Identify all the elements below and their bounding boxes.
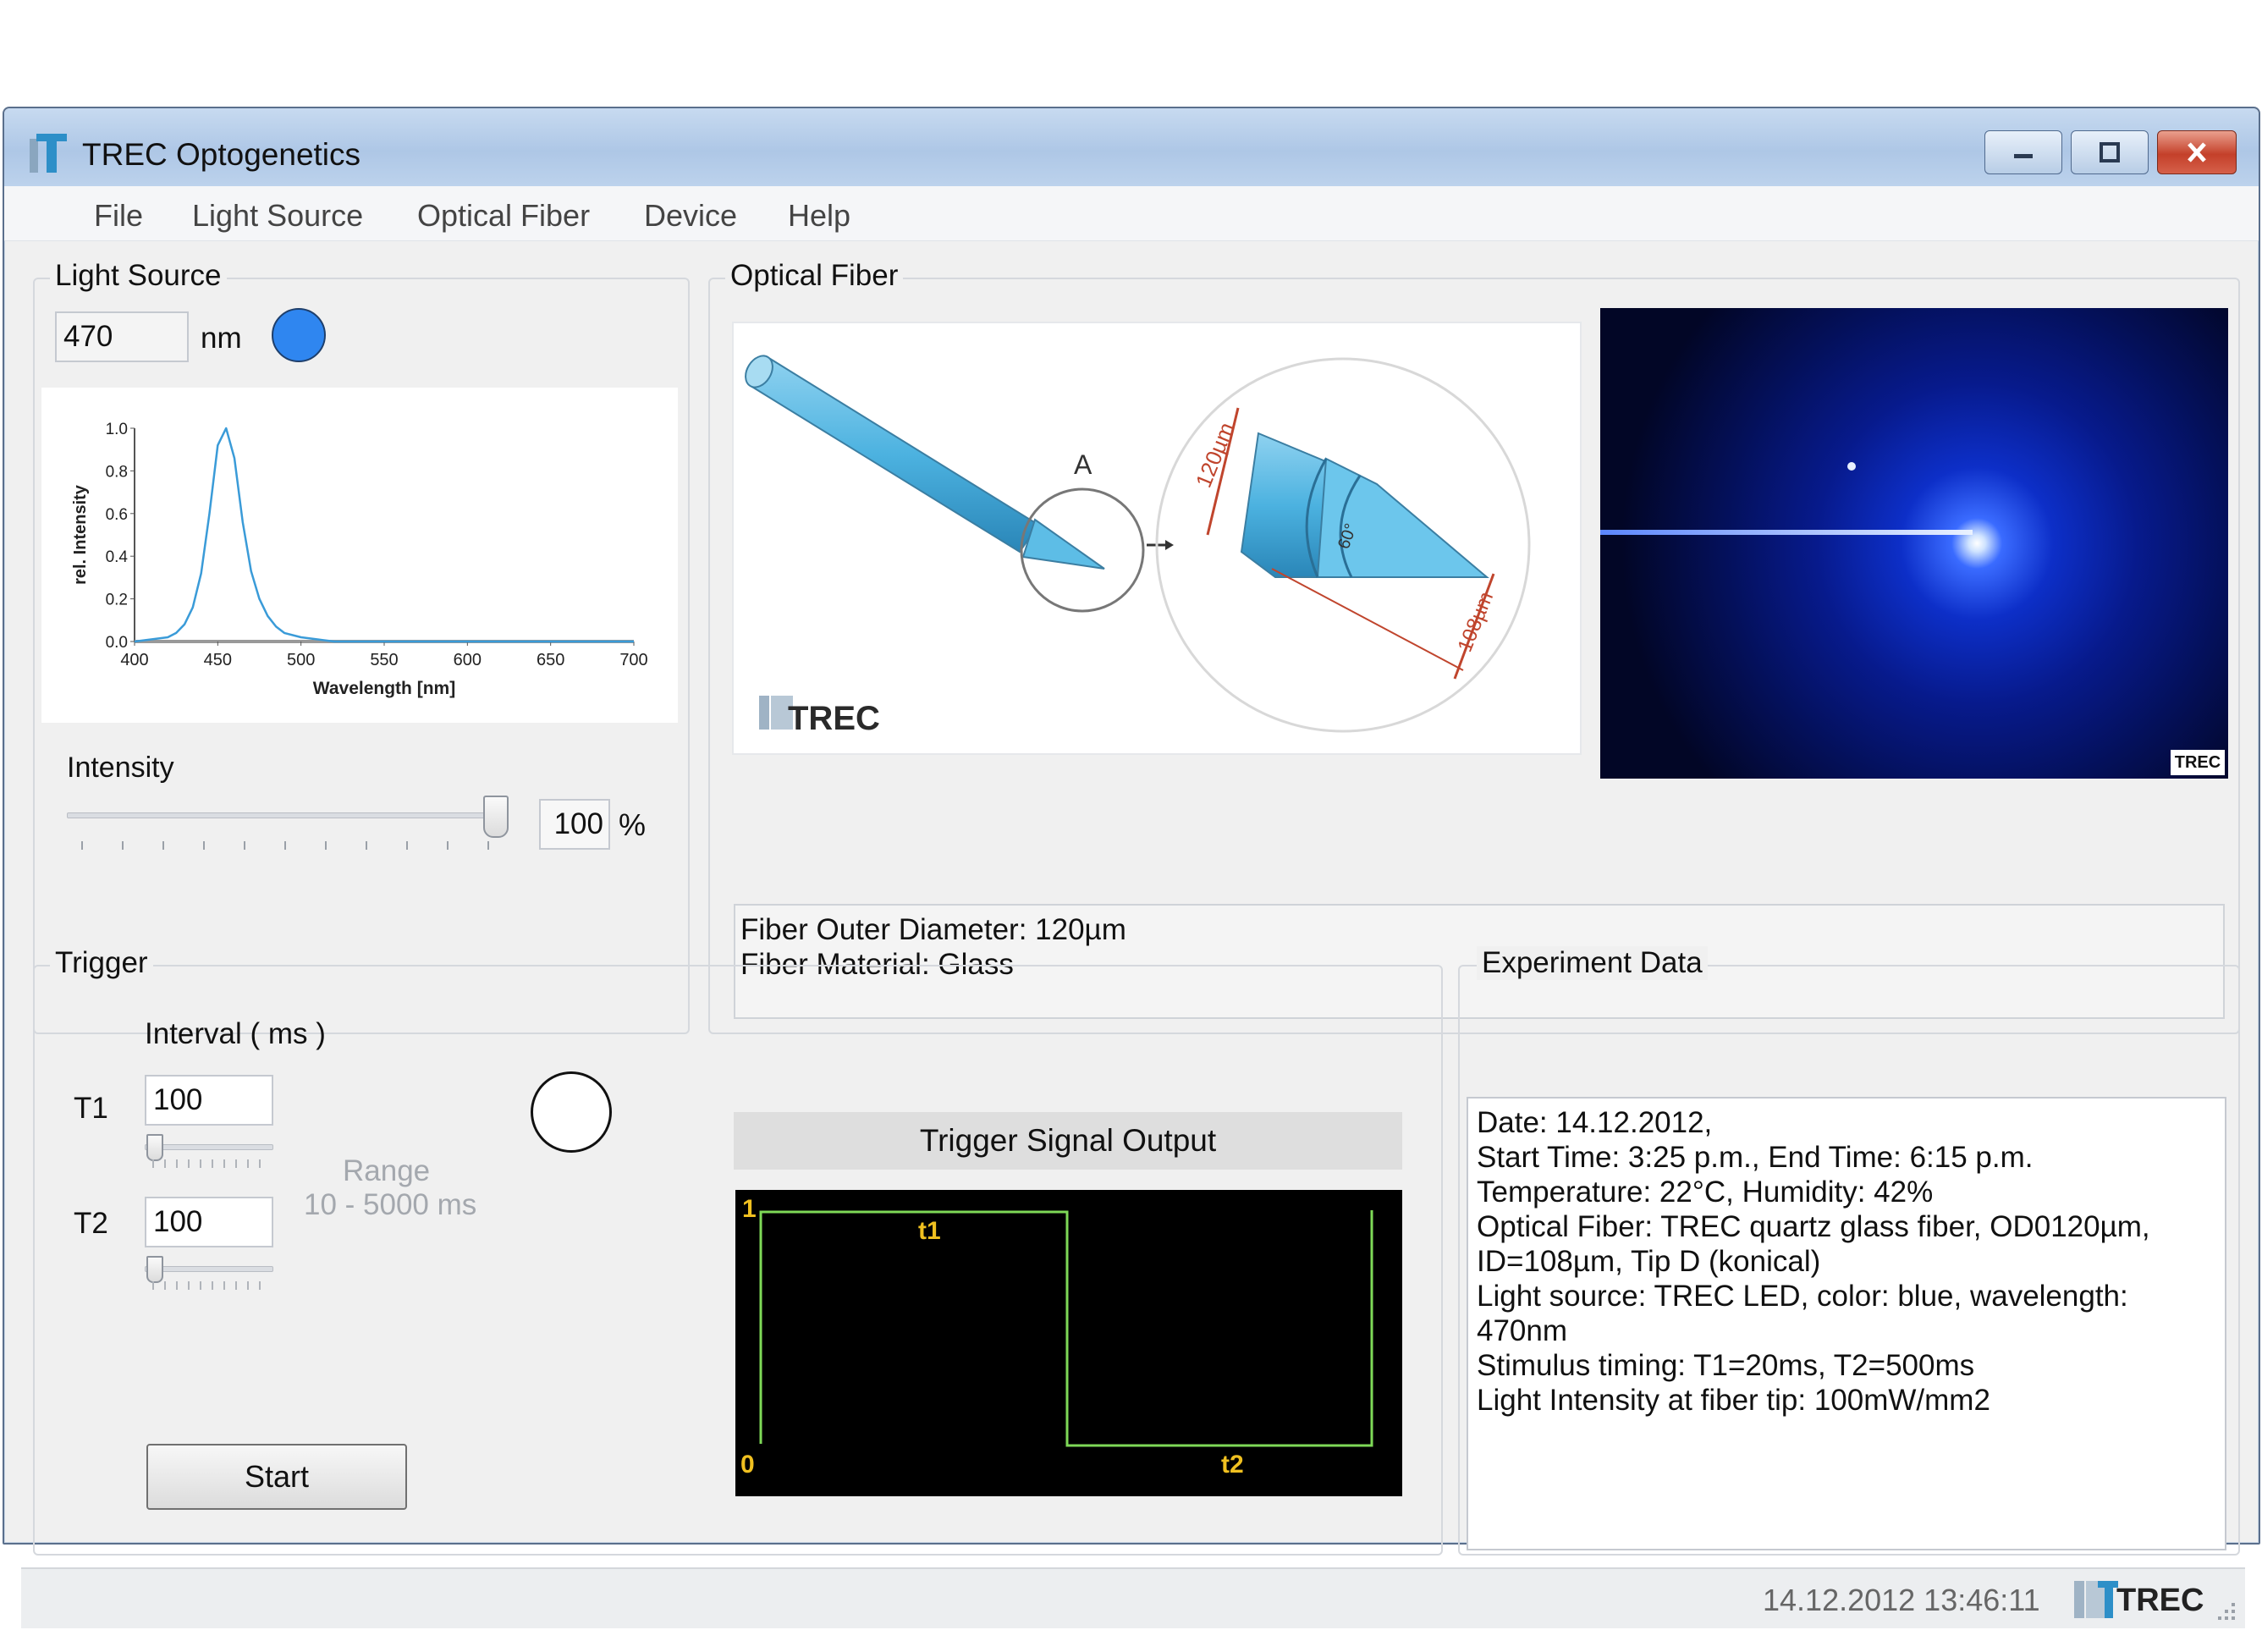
- range-value: 10 - 5000 ms: [304, 1188, 477, 1221]
- experiment-line: Light source: TREC LED, color: blue, wav…: [1477, 1280, 2128, 1347]
- fiber-light-photo: TREC: [1600, 308, 2228, 779]
- fiber-light-beam: [1600, 530, 1973, 535]
- start-button[interactable]: Start: [146, 1444, 407, 1510]
- trigger-signal-waveform: 1 0 t1 t2: [740, 1195, 1373, 1479]
- t1-slider-ticks: [152, 1159, 261, 1168]
- y-tick-label: 0.2: [106, 592, 128, 609]
- experiment-line: Temperature: 22°C, Humidity: 42%: [1477, 1176, 1934, 1209]
- x-tick-label: 550: [370, 651, 398, 669]
- t2-input[interactable]: 100: [145, 1197, 273, 1247]
- y-tick-label: 0.0: [106, 634, 128, 652]
- maximize-button[interactable]: [2071, 130, 2149, 174]
- trigger-output-title: Trigger Signal Output: [734, 1112, 1402, 1170]
- wavelength-input[interactable]: 470: [55, 311, 189, 362]
- t1-input[interactable]: 100: [145, 1075, 273, 1126]
- experiment-line: Date: 14.12.2012,: [1477, 1106, 1713, 1139]
- x-tick-label: 400: [120, 651, 148, 669]
- inner-diameter-label: 108µm: [1454, 589, 1499, 656]
- close-icon: [2158, 131, 2236, 173]
- spectrum-chart-panel: 400 450 500 550 600 650 700 0.0 0.2 0.4 0.6 0.8 1.0 W…: [41, 388, 678, 723]
- light-color-indicator: [272, 308, 326, 362]
- wavelength-unit: nm: [201, 322, 242, 355]
- experiment-line: Light Intensity at fiber tip: 100mW/mm2: [1477, 1384, 1990, 1417]
- intensity-value-input[interactable]: 100: [539, 799, 610, 850]
- x-axis-label: Wavelength [nm]: [313, 679, 455, 698]
- resize-grip-icon[interactable]: [2213, 1598, 2238, 1623]
- range-label: Range: [343, 1154, 431, 1187]
- fiber-tip-diagram: A 120µm 60° 108µm TREC: [745, 355, 1531, 737]
- menu-bar: File Light Source Optical Fiber Device H…: [4, 186, 2259, 241]
- menu-file[interactable]: File: [94, 198, 143, 234]
- t2-slider-track: [145, 1266, 273, 1272]
- y-tick-label: 0.4: [106, 548, 129, 566]
- x-tick-label: 450: [204, 651, 232, 669]
- experiment-line: Stimulus timing: T1=20ms, T2=500ms: [1477, 1349, 1975, 1382]
- fiber-body-shape: [745, 355, 1105, 570]
- experiment-data-group-title: Experiment Data: [1477, 946, 1708, 980]
- status-logo-text: TREC: [2116, 1583, 2204, 1618]
- spectrum-series-line: [134, 427, 634, 643]
- minimize-icon: [1985, 131, 2061, 173]
- t1-slider-thumb[interactable]: [146, 1134, 163, 1161]
- fiber-info-line: Fiber Outer Diameter: 120µm: [740, 913, 1126, 946]
- spectrum-chart: 400 450 500 550 600 650 700 0.0 0.2 0.4 0.6 0.8 1.0 W…: [71, 421, 648, 698]
- intensity-slider[interactable]: [67, 796, 509, 850]
- trigger-signal-plot: 1 0 t1 t2: [735, 1190, 1402, 1496]
- t1-slider-track: [145, 1144, 273, 1150]
- experiment-data-textarea[interactable]: Date: 14.12.2012, Start Time: 3:25 p.m.,…: [1467, 1097, 2226, 1550]
- title-bar: TREC Optogenetics: [4, 108, 2259, 186]
- intensity-slider-track: [67, 812, 507, 818]
- app-window: TREC Optogenetics File Light Source Opti…: [3, 107, 2260, 1628]
- signal-high-label: 1: [742, 1195, 757, 1223]
- signal-low-label: 0: [740, 1451, 755, 1479]
- window-title: TREC Optogenetics: [82, 137, 361, 172]
- trec-logo-text: TREC: [788, 700, 880, 737]
- experiment-line: Start Time: 3:25 p.m., End Time: 6:15 p.…: [1477, 1141, 2034, 1174]
- menu-help[interactable]: Help: [788, 198, 850, 234]
- x-tick-label: 650: [537, 651, 564, 669]
- light-spot: [1847, 462, 1856, 471]
- y-tick-label: 0.8: [106, 463, 128, 481]
- light-source-group-title: Light Source: [50, 259, 227, 293]
- intensity-label: Intensity: [67, 752, 174, 784]
- detail-a-label: A: [1074, 449, 1092, 480]
- menu-light-source[interactable]: Light Source: [192, 198, 363, 234]
- x-tick-label: 600: [454, 651, 482, 669]
- experiment-line: ID=108µm, Tip D (konical): [1477, 1245, 1821, 1278]
- y-axis-label: rel. Intensity: [71, 484, 90, 585]
- y-tick-label: 1.0: [106, 421, 128, 438]
- menu-device[interactable]: Device: [644, 198, 737, 234]
- minimize-button[interactable]: [1984, 130, 2062, 174]
- x-tick-label: 500: [287, 651, 315, 669]
- t2-slider-thumb[interactable]: [146, 1256, 163, 1283]
- trigger-group-title: Trigger: [50, 946, 153, 980]
- maximize-icon: [2072, 131, 2148, 173]
- intensity-slider-thumb[interactable]: [483, 796, 509, 838]
- x-tick-label: 700: [619, 651, 647, 669]
- experiment-line: Optical Fiber: TREC quartz glass fiber, …: [1477, 1210, 2150, 1243]
- status-trec-logo: TREC: [2072, 1578, 2204, 1622]
- fiber-diagram: A 120µm 60° 108µm TREC: [732, 322, 1582, 755]
- trigger-square-wave: [759, 1210, 1373, 1447]
- magnified-tip-shape: [1240, 432, 1489, 578]
- optical-fiber-group-title: Optical Fiber: [725, 259, 904, 293]
- app-logo-icon: [30, 134, 67, 173]
- t1-slider[interactable]: [145, 1132, 273, 1171]
- photo-trec-logo: TREC: [2171, 750, 2225, 775]
- t1-label: T1: [74, 1092, 108, 1125]
- t2-marker: t2: [1221, 1451, 1244, 1479]
- trigger-status-indicator: [531, 1071, 612, 1153]
- t2-slider[interactable]: [145, 1254, 273, 1293]
- y-tick-label: 0.6: [106, 506, 128, 524]
- status-datetime: 14.12.2012 13:46:11: [1763, 1583, 2040, 1617]
- t1-marker: t1: [918, 1217, 941, 1245]
- close-button[interactable]: [2157, 130, 2237, 174]
- t2-slider-ticks: [152, 1281, 261, 1290]
- intensity-slider-ticks: [81, 841, 489, 850]
- intensity-unit: %: [619, 807, 647, 842]
- menu-optical-fiber[interactable]: Optical Fiber: [417, 198, 590, 234]
- t2-label: T2: [74, 1207, 108, 1240]
- interval-label: Interval ( ms ): [145, 1017, 326, 1050]
